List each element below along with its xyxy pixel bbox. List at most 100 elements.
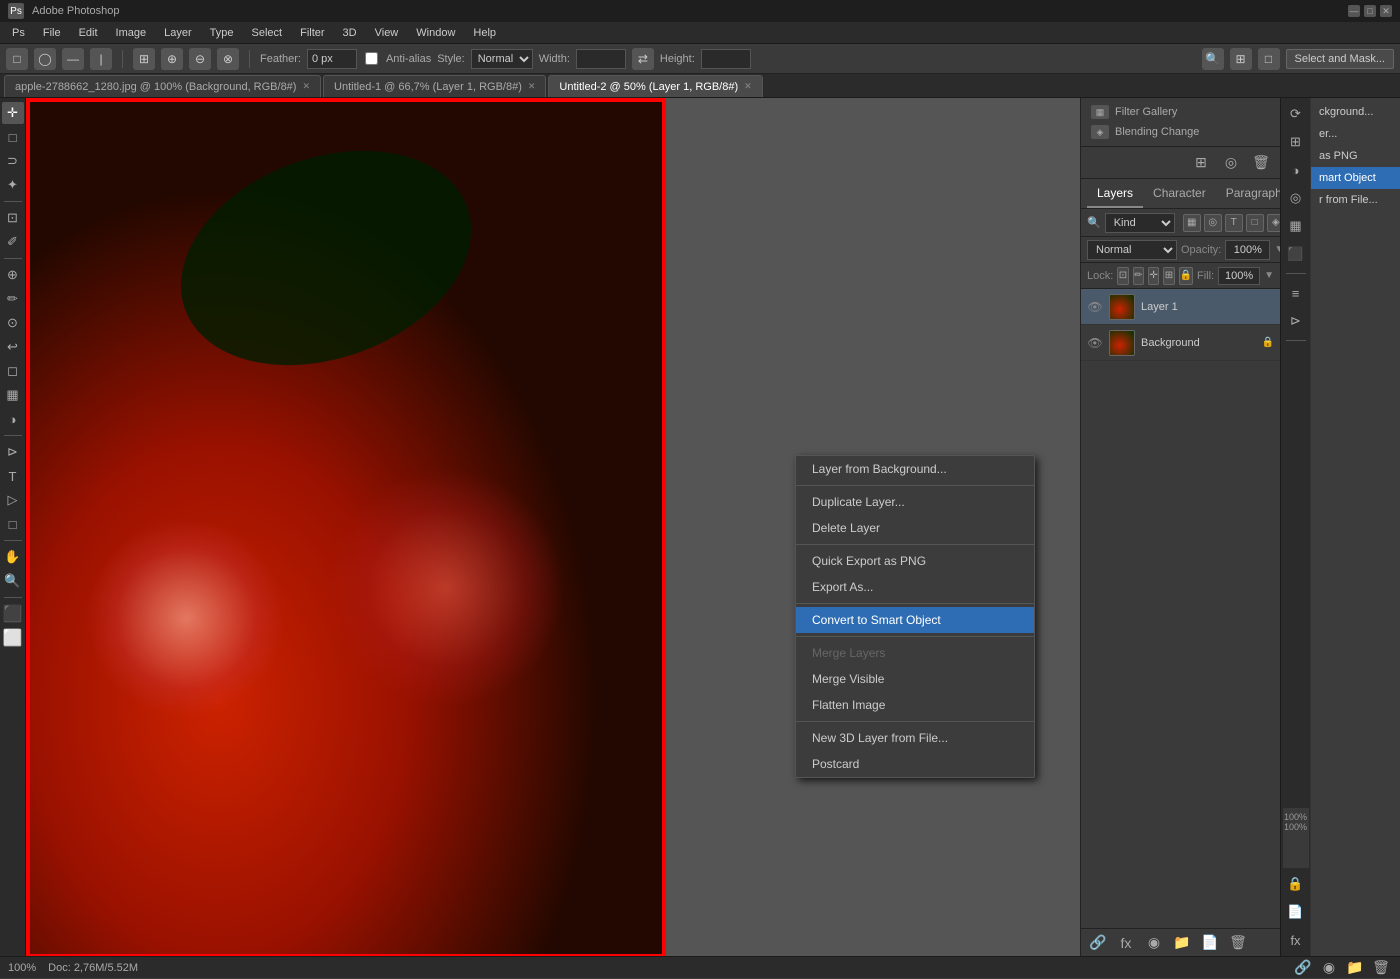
- right-ctx-file[interactable]: r from File...: [1311, 189, 1400, 211]
- menu-file[interactable]: File: [35, 25, 69, 41]
- ctx-merge-visible[interactable]: Merge Visible: [796, 666, 1034, 692]
- status-delete-icon[interactable]: 🗑: [1370, 957, 1392, 979]
- ctx-export-as[interactable]: Export As...: [796, 574, 1034, 600]
- history-item-blending-change[interactable]: ◈ Blending Change: [1085, 122, 1276, 142]
- opacity-input[interactable]: [1225, 240, 1270, 260]
- lock-image-btn[interactable]: ✏: [1133, 267, 1144, 285]
- minimize-button[interactable]: —: [1348, 5, 1360, 17]
- filter-pixel-icon[interactable]: ▦: [1183, 214, 1201, 232]
- layer-eye-0[interactable]: 👁: [1087, 299, 1103, 315]
- menu-edit[interactable]: Edit: [71, 25, 106, 41]
- panel-layer-icon[interactable]: 📄: [1284, 900, 1308, 924]
- add-style-btn[interactable]: fx: [1115, 932, 1137, 954]
- new-selection-btn[interactable]: ⊞: [133, 48, 155, 70]
- menu-type[interactable]: Type: [202, 25, 242, 41]
- tool-eraser[interactable]: ◻: [2, 360, 24, 382]
- tool-marquee[interactable]: □: [2, 126, 24, 148]
- tab-layers[interactable]: Layers: [1087, 179, 1143, 208]
- menu-ps[interactable]: Ps: [4, 25, 33, 41]
- swap-dimensions-icon[interactable]: ⇄: [632, 48, 654, 70]
- filter-type-icon[interactable]: T: [1225, 214, 1243, 232]
- lock-artboard-btn[interactable]: ⊞: [1163, 267, 1174, 285]
- maximize-button[interactable]: □: [1364, 5, 1376, 17]
- ctx-new-3d-layer[interactable]: New 3D Layer from File...: [796, 725, 1034, 751]
- create-layer-btn[interactable]: 📄: [1199, 932, 1221, 954]
- menu-view[interactable]: View: [367, 25, 407, 41]
- menu-filter[interactable]: Filter: [292, 25, 332, 41]
- tool-eyedropper[interactable]: ✐: [2, 231, 24, 253]
- tool-marquee-ellipse[interactable]: ◯: [34, 48, 56, 70]
- menu-select[interactable]: Select: [244, 25, 291, 41]
- add-selection-btn[interactable]: ⊕: [161, 48, 183, 70]
- add-mask-btn[interactable]: ◉: [1143, 932, 1165, 954]
- ctx-flatten-image[interactable]: Flatten Image: [796, 692, 1034, 718]
- tool-path-select[interactable]: ▷: [2, 489, 24, 511]
- feather-input[interactable]: [307, 49, 357, 69]
- subtract-selection-btn[interactable]: ⊖: [189, 48, 211, 70]
- menu-3d[interactable]: 3D: [335, 25, 365, 41]
- panel-brushes-icon[interactable]: ⊞: [1284, 130, 1308, 154]
- arrange-icon[interactable]: □: [1258, 48, 1280, 70]
- tool-clone[interactable]: ⊙: [2, 312, 24, 334]
- tool-brush[interactable]: ✏: [2, 288, 24, 310]
- title-bar-controls[interactable]: — □ ✕: [1348, 5, 1392, 17]
- ctx-convert-smart-object[interactable]: Convert to Smart Object: [796, 607, 1034, 633]
- link-layers-btn[interactable]: 🔗: [1087, 932, 1109, 954]
- panel-color-icon[interactable]: ▦: [1284, 214, 1308, 238]
- fill-input[interactable]: [1218, 267, 1260, 285]
- layer-item-0[interactable]: 👁 Layer 1: [1081, 289, 1280, 325]
- tab-1[interactable]: Untitled-1 @ 66,7% (Layer 1, RGB/8#) ✕: [323, 75, 546, 97]
- background-color[interactable]: ⬜: [2, 627, 24, 649]
- tool-marquee-col[interactable]: |: [90, 48, 112, 70]
- panel-swatches-icon[interactable]: ⬛: [1284, 242, 1308, 266]
- ctx-layer-from-bg[interactable]: Layer from Background...: [796, 456, 1034, 482]
- ctx-postcard[interactable]: Postcard: [796, 751, 1034, 777]
- width-input[interactable]: [576, 49, 626, 69]
- tool-crop[interactable]: ⊡: [2, 207, 24, 229]
- tool-marquee-rect[interactable]: □: [6, 48, 28, 70]
- create-group-icon[interactable]: ⊞: [1190, 152, 1212, 174]
- ctx-duplicate-layer[interactable]: Duplicate Layer...: [796, 489, 1034, 515]
- tab-2[interactable]: Untitled-2 @ 50% (Layer 1, RGB/8#) ✕: [548, 75, 762, 97]
- status-link-icon[interactable]: 🔗: [1292, 957, 1314, 979]
- filter-smart-icon[interactable]: ◈: [1267, 214, 1280, 232]
- style-dropdown[interactable]: Normal: [471, 49, 533, 69]
- menu-image[interactable]: Image: [108, 25, 155, 41]
- tool-type[interactable]: T: [2, 465, 24, 487]
- panel-history-icon[interactable]: ⟳: [1284, 102, 1308, 126]
- tool-history-brush[interactable]: ↩: [2, 336, 24, 358]
- panel-lock-icon[interactable]: 🔒: [1284, 872, 1308, 896]
- menu-window[interactable]: Window: [408, 25, 463, 41]
- channels-btn[interactable]: ≡: [1284, 281, 1308, 305]
- tab-close-0[interactable]: ✕: [302, 81, 310, 92]
- blend-mode-dropdown[interactable]: Normal: [1087, 240, 1177, 260]
- zoom-icon[interactable]: 🔍: [1202, 48, 1224, 70]
- paths-btn[interactable]: ⊳: [1284, 309, 1308, 333]
- tab-close-1[interactable]: ✕: [528, 81, 536, 92]
- history-item-filter-gallery[interactable]: ▦ Filter Gallery: [1085, 102, 1276, 122]
- right-ctx-layer[interactable]: er...: [1311, 123, 1400, 145]
- tool-heal[interactable]: ⊕: [2, 264, 24, 286]
- tool-gradient[interactable]: ▦: [2, 384, 24, 406]
- menu-help[interactable]: Help: [465, 25, 504, 41]
- select-and-mask-button[interactable]: Select and Mask...: [1286, 49, 1395, 69]
- tool-move[interactable]: ✛: [2, 102, 24, 124]
- height-input[interactable]: [701, 49, 751, 69]
- intersect-selection-btn[interactable]: ⊗: [217, 48, 239, 70]
- right-ctx-png[interactable]: as PNG: [1311, 145, 1400, 167]
- filter-adjustment-icon[interactable]: ◎: [1204, 214, 1222, 232]
- tool-shape[interactable]: □: [2, 513, 24, 535]
- layer-eye-1[interactable]: 👁: [1087, 335, 1103, 351]
- status-folder-icon[interactable]: 📁: [1344, 957, 1366, 979]
- tool-magic-wand[interactable]: ✦: [2, 174, 24, 196]
- grid-icon[interactable]: ⊞: [1230, 48, 1252, 70]
- filter-shape-icon[interactable]: □: [1246, 214, 1264, 232]
- layer-item-1[interactable]: 👁 Background 🔒: [1081, 325, 1280, 361]
- status-create-icon[interactable]: ◉: [1318, 957, 1340, 979]
- tool-hand[interactable]: ✋: [2, 546, 24, 568]
- panel-fx-icon[interactable]: fx: [1284, 928, 1308, 952]
- create-group-btn[interactable]: 📁: [1171, 932, 1193, 954]
- create-adjustment-icon[interactable]: ◎: [1220, 152, 1242, 174]
- right-ctx-smart-object[interactable]: mart Object: [1311, 167, 1400, 189]
- panel-styles-icon[interactable]: ◎: [1284, 186, 1308, 210]
